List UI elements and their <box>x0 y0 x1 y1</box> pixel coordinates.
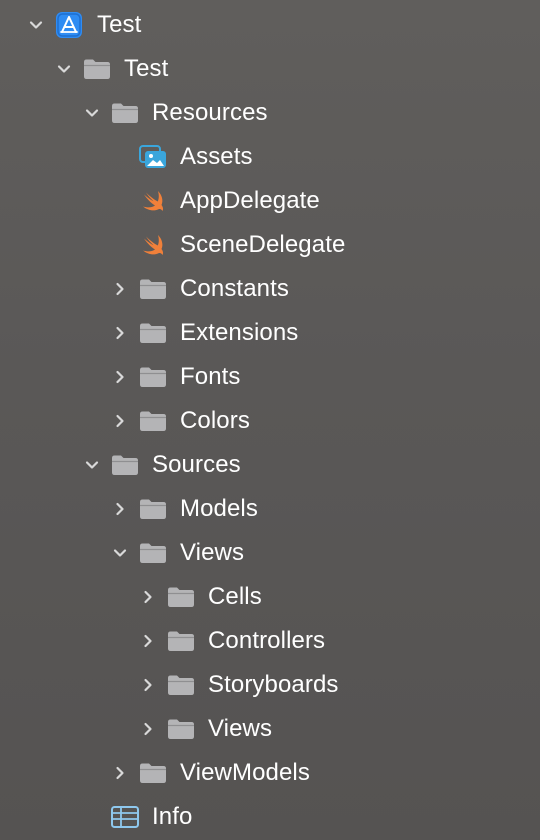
chevron-right-icon[interactable] <box>138 719 158 739</box>
chevron-right-icon[interactable] <box>138 675 158 695</box>
folder-icon <box>138 408 168 434</box>
swift-file-icon <box>138 188 168 214</box>
tree-item-label: Views <box>208 715 273 742</box>
tree-item-label: Storyboards <box>208 671 339 698</box>
plist-file-icon <box>110 804 140 830</box>
folder-icon <box>138 276 168 302</box>
folder-icon <box>110 100 140 126</box>
chevron-right-icon[interactable] <box>110 323 130 343</box>
folder-icon <box>138 364 168 390</box>
tree-row-sources[interactable]: Sources <box>0 443 540 487</box>
chevron-right-icon[interactable] <box>110 411 130 431</box>
xcode-project-icon <box>54 12 84 38</box>
tree-row-views-inner[interactable]: Views <box>0 707 540 751</box>
tree-item-label: Assets <box>180 143 253 170</box>
folder-icon <box>82 56 112 82</box>
tree-row-group-test[interactable]: Test <box>0 47 540 91</box>
tree-item-label: Extensions <box>180 319 299 346</box>
tree-item-label: Resources <box>152 99 268 126</box>
tree-row-models[interactable]: Models <box>0 487 540 531</box>
tree-item-label: Cells <box>208 583 262 610</box>
swift-file-icon <box>138 232 168 258</box>
tree-row-app-delegate[interactable]: AppDelegate <box>0 179 540 223</box>
chevron-right-icon[interactable] <box>110 763 130 783</box>
tree-item-label: ViewModels <box>180 759 310 786</box>
tree-row-controllers[interactable]: Controllers <box>0 619 540 663</box>
folder-icon <box>166 672 196 698</box>
tree-item-label: Constants <box>180 275 289 302</box>
tree-item-label: Test <box>97 11 142 38</box>
folder-icon <box>138 540 168 566</box>
tree-item-label: Models <box>180 495 258 522</box>
chevron-down-icon[interactable] <box>110 543 130 563</box>
tree-row-storyboards[interactable]: Storyboards <box>0 663 540 707</box>
chevron-down-icon[interactable] <box>26 15 46 35</box>
chevron-down-icon[interactable] <box>82 455 102 475</box>
chevron-down-icon[interactable] <box>82 103 102 123</box>
tree-item-label: AppDelegate <box>180 187 320 214</box>
folder-icon <box>138 496 168 522</box>
tree-item-label: Test <box>124 55 169 82</box>
tree-row-views[interactable]: Views <box>0 531 540 575</box>
tree-row-cells[interactable]: Cells <box>0 575 540 619</box>
chevron-right-icon[interactable] <box>110 499 130 519</box>
tree-row-constants[interactable]: Constants <box>0 267 540 311</box>
folder-icon <box>110 452 140 478</box>
tree-row-assets[interactable]: Assets <box>0 135 540 179</box>
tree-row-fonts[interactable]: Fonts <box>0 355 540 399</box>
tree-item-label: Controllers <box>208 627 326 654</box>
chevron-right-icon[interactable] <box>110 279 130 299</box>
tree-item-label: Fonts <box>180 363 241 390</box>
chevron-right-icon[interactable] <box>138 631 158 651</box>
chevron-right-icon[interactable] <box>138 587 158 607</box>
tree-row-view-models[interactable]: ViewModels <box>0 751 540 795</box>
tree-item-label: SceneDelegate <box>180 231 346 258</box>
tree-row-extensions[interactable]: Extensions <box>0 311 540 355</box>
tree-row-colors[interactable]: Colors <box>0 399 540 443</box>
tree-row-info[interactable]: Info <box>0 795 540 839</box>
folder-icon <box>166 628 196 654</box>
tree-item-label: Sources <box>152 451 241 478</box>
folder-icon <box>166 584 196 610</box>
folder-icon <box>138 760 168 786</box>
tree-item-label: Colors <box>180 407 250 434</box>
chevron-down-icon[interactable] <box>54 59 74 79</box>
tree-row-scene-delegate[interactable]: SceneDelegate <box>0 223 540 267</box>
asset-catalog-icon <box>138 144 168 170</box>
tree-item-label: Info <box>152 803 193 830</box>
folder-icon <box>166 716 196 742</box>
tree-row-project[interactable]: Test <box>0 3 540 47</box>
project-navigator: Test Test Resources Assets AppDelegate S… <box>0 0 540 840</box>
chevron-right-icon[interactable] <box>110 367 130 387</box>
tree-item-label: Views <box>180 539 245 566</box>
tree-row-resources[interactable]: Resources <box>0 91 540 135</box>
folder-icon <box>138 320 168 346</box>
